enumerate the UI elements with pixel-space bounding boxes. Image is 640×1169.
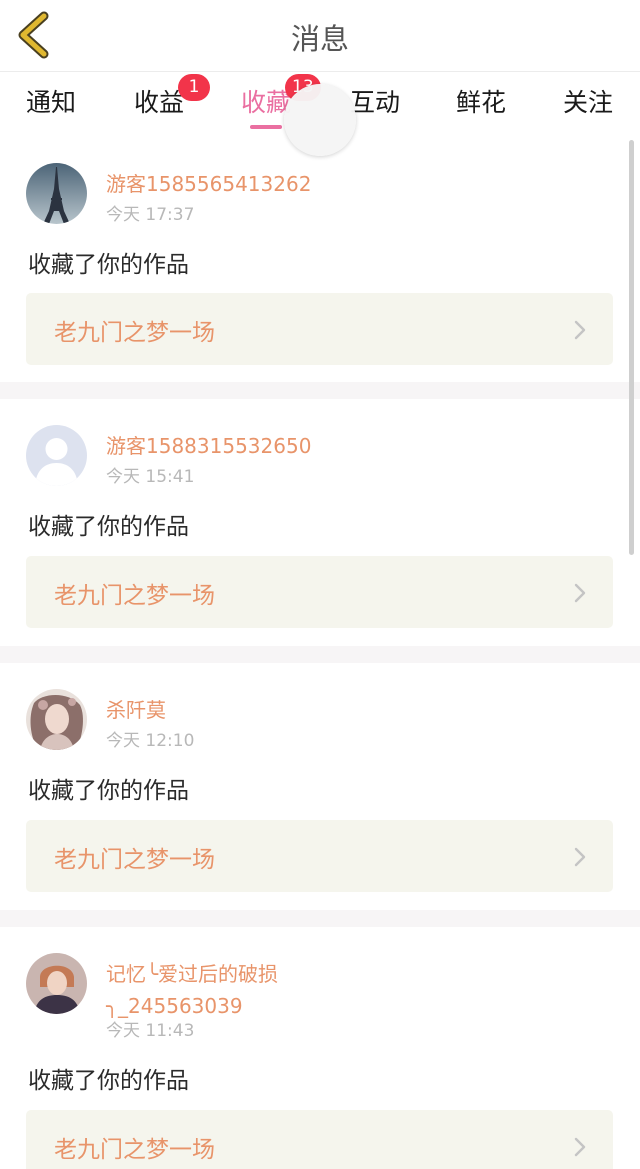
touch-indicator — [284, 84, 356, 156]
tab-flowers[interactable]: 鲜花 — [456, 83, 506, 131]
chevron-right-icon — [574, 320, 586, 340]
username[interactable]: 记忆╰爱过后的破损╮_245563039 — [106, 958, 336, 1022]
username[interactable]: 游客1588315532650 — [106, 430, 336, 462]
tab-label: 鲜花 — [456, 88, 507, 117]
tab-label: 关注 — [563, 88, 614, 117]
action-text: 收藏了你的作品 — [28, 252, 189, 278]
timestamp: 今天 11:43 — [106, 1021, 195, 1041]
tab-earnings[interactable]: 收益 1 — [134, 74, 210, 131]
username[interactable]: 游客1585565413262 — [106, 168, 336, 200]
message-list[interactable]: 游客1585565413262 今天 17:37 收藏了你的作品 老九门之梦一场… — [0, 137, 640, 1169]
action-text: 收藏了你的作品 — [28, 1068, 189, 1094]
list-item[interactable]: 记忆╰爱过后的破损╮_245563039 今天 11:43 收藏了你的作品 老九… — [0, 927, 640, 1169]
divider — [0, 646, 640, 663]
chevron-right-icon — [574, 1137, 586, 1157]
tab-follows[interactable]: 关注 — [563, 83, 613, 131]
page-title: 消息 — [290, 22, 349, 56]
work-link[interactable]: 老九门之梦一场 — [26, 820, 613, 892]
work-title: 老九门之梦一场 — [54, 847, 215, 873]
divider — [0, 910, 640, 927]
character-avatar-icon — [26, 689, 87, 750]
list-item[interactable]: 游客1585565413262 今天 17:37 收藏了你的作品 老九门之梦一场 — [0, 137, 640, 382]
list-item[interactable]: 游客1588315532650 今天 15:41 收藏了你的作品 老九门之梦一场 — [0, 399, 640, 646]
username[interactable]: 杀阡莫 — [106, 694, 336, 726]
unread-badge: 1 — [178, 74, 210, 101]
top-bar: 消息 — [0, 0, 640, 72]
active-tab-indicator — [250, 125, 282, 129]
action-text: 收藏了你的作品 — [28, 514, 189, 540]
divider — [0, 382, 640, 399]
work-title: 老九门之梦一场 — [54, 320, 215, 346]
tab-label: 互动 — [350, 88, 401, 117]
tab-label: 通知 — [26, 88, 77, 117]
work-title: 老九门之梦一场 — [54, 583, 215, 609]
person-photo-avatar-icon — [26, 953, 87, 1014]
timestamp: 今天 12:10 — [106, 731, 195, 751]
chevron-right-icon — [574, 847, 586, 867]
tab-interactions[interactable]: 互动 — [350, 83, 400, 131]
work-link[interactable]: 老九门之梦一场 — [26, 1110, 613, 1169]
eiffel-tower-avatar-icon — [26, 163, 87, 224]
default-user-avatar-icon — [26, 425, 87, 486]
work-title: 老九门之梦一场 — [54, 1137, 215, 1163]
scrollbar[interactable] — [629, 140, 634, 555]
timestamp: 今天 17:37 — [106, 205, 195, 225]
avatar[interactable] — [26, 163, 87, 224]
timestamp: 今天 15:41 — [106, 467, 195, 487]
tab-label: 收益 — [134, 88, 185, 117]
action-text: 收藏了你的作品 — [28, 778, 189, 804]
work-link[interactable]: 老九门之梦一场 — [26, 293, 613, 365]
avatar[interactable] — [26, 689, 87, 750]
work-link[interactable]: 老九门之梦一场 — [26, 556, 613, 628]
avatar[interactable] — [26, 953, 87, 1014]
chevron-right-icon — [574, 583, 586, 603]
list-item[interactable]: 杀阡莫 今天 12:10 收藏了你的作品 老九门之梦一场 — [0, 663, 640, 910]
avatar[interactable] — [26, 425, 87, 486]
tab-notifications[interactable]: 通知 — [26, 83, 76, 131]
